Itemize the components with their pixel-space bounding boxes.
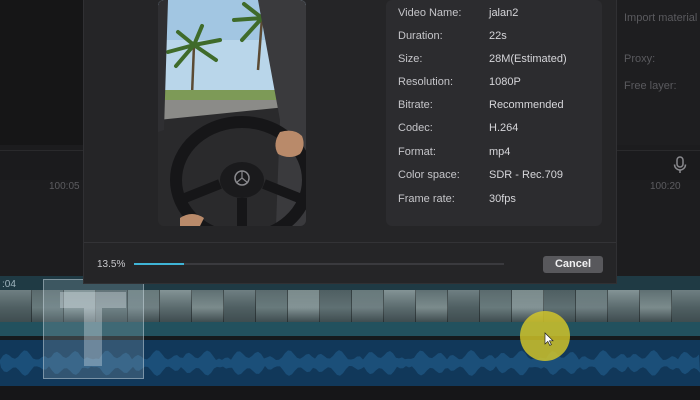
info-value: SDR - Rec.709: [489, 169, 563, 181]
video-thumbnail: [320, 290, 352, 322]
video-preview: [158, 0, 306, 226]
info-label: Size:: [398, 53, 423, 65]
info-value: 22s: [489, 30, 507, 42]
timeline-footer: [0, 386, 700, 400]
video-thumbnail: [480, 290, 512, 322]
cancel-button[interactable]: Cancel: [543, 256, 603, 273]
text-icon: [60, 292, 126, 366]
dialog-divider: [84, 242, 616, 243]
info-value: Recommended: [489, 99, 564, 111]
microphone-icon[interactable]: [672, 156, 688, 174]
info-label: Format:: [398, 146, 436, 158]
info-label: Codec:: [398, 122, 433, 134]
info-value: jalan2: [489, 7, 519, 19]
info-label: Color space:: [398, 169, 460, 181]
media-panel: [0, 0, 90, 145]
video-thumbnail: [256, 290, 288, 322]
video-thumbnail: [384, 290, 416, 322]
proxy-label: Proxy:: [624, 53, 656, 65]
preview-frame: [158, 0, 306, 226]
export-progress-bar: [134, 263, 504, 265]
video-thumbnail: [224, 290, 256, 322]
info-value: 1080P: [489, 76, 521, 88]
free-layer-label: Free layer:: [624, 80, 677, 92]
info-label: Bitrate:: [398, 99, 433, 111]
info-label: Duration:: [398, 30, 443, 42]
info-value: 30fps: [489, 193, 516, 205]
video-thumbnail: [0, 290, 32, 322]
import-material-label: Import material: [624, 12, 698, 24]
info-label: Resolution:: [398, 76, 454, 88]
mouse-cursor-icon: [544, 332, 554, 346]
editor-window: Import material Proxy: Free layer: 100:0…: [0, 0, 700, 400]
info-value: H.264: [489, 122, 519, 134]
video-thumbnail: [352, 290, 384, 322]
export-progress-text: 13.5%: [97, 259, 126, 270]
video-thumbnail: [608, 290, 640, 322]
info-label: Frame rate:: [398, 193, 455, 205]
video-thumbnail: [672, 290, 700, 322]
ruler-label: 100:05: [49, 181, 80, 192]
info-value: 28M(Estimated): [489, 53, 567, 65]
ruler-label: 100:20: [650, 181, 681, 192]
video-thumbnail: [640, 290, 672, 322]
video-thumbnail: [288, 290, 320, 322]
video-thumbnail: [192, 290, 224, 322]
info-label: Video Name:: [398, 7, 462, 19]
video-thumbnail: [416, 290, 448, 322]
video-thumbnail: [448, 290, 480, 322]
video-thumbnail: [576, 290, 608, 322]
video-thumbnail: [160, 290, 192, 322]
info-value: mp4: [489, 146, 511, 158]
export-progress-fill: [134, 263, 184, 265]
track-time-marker: :04: [2, 279, 16, 290]
